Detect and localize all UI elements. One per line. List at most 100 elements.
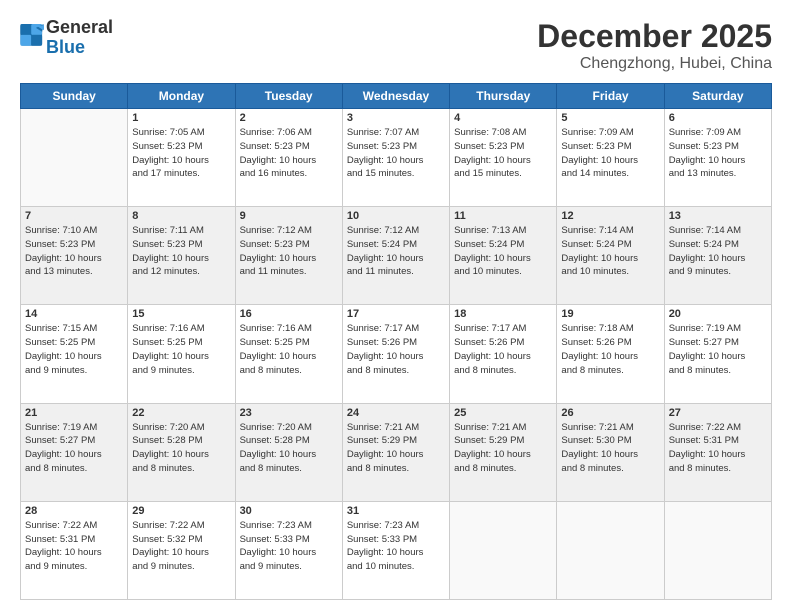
calendar-cell: 28 Sunrise: 7:22 AMSunset: 5:31 PMDayligh…: [21, 501, 128, 599]
calendar-cell: 4 Sunrise: 7:08 AMSunset: 5:23 PMDaylight…: [450, 109, 557, 207]
day-number: 6: [669, 112, 767, 124]
sun-info: Sunrise: 7:12 AMSunset: 5:23 PMDaylight:…: [240, 224, 338, 279]
sun-info: Sunrise: 7:22 AMSunset: 5:32 PMDaylight:…: [132, 519, 230, 574]
day-number: 4: [454, 112, 552, 124]
day-number: 14: [25, 308, 123, 320]
calendar-cell: 11 Sunrise: 7:13 AMSunset: 5:24 PMDayligh…: [450, 207, 557, 305]
calendar-cell: 29Sunrise: 7:22 AMSunset: 5:32 PMDayligh…: [128, 501, 235, 599]
weekday-header-thursday: Thursday: [450, 84, 557, 109]
day-number: 30: [240, 505, 338, 517]
calendar-cell: 31 Sunrise: 7:23 AMSunset: 5:33 PMDayligh…: [342, 501, 449, 599]
day-number: 12: [561, 210, 659, 222]
calendar-cell: 24Sunrise: 7:21 AMSunset: 5:29 PMDayligh…: [342, 403, 449, 501]
day-number: 28: [25, 505, 123, 517]
sun-info: Sunrise: 7:20 AMSunset: 5:28 PMDaylight:…: [132, 421, 230, 476]
weekday-header-wednesday: Wednesday: [342, 84, 449, 109]
sun-info: Sunrise: 7:14 AMSunset: 5:24 PMDaylight:…: [669, 224, 767, 279]
title-block: December 2025 Chengzhong, Hubei, China: [537, 18, 772, 73]
calendar-cell: 27 Sunrise: 7:22 AMSunset: 5:31 PMDayligh…: [664, 403, 771, 501]
day-number: 27: [669, 407, 767, 419]
day-number: 5: [561, 112, 659, 124]
day-number: 23: [240, 407, 338, 419]
calendar-cell: 26 Sunrise: 7:21 AMSunset: 5:30 PMDayligh…: [557, 403, 664, 501]
calendar-cell: [664, 501, 771, 599]
day-number: 31: [347, 505, 445, 517]
calendar-cell: 8 Sunrise: 7:11 AMSunset: 5:23 PMDaylight…: [128, 207, 235, 305]
sun-info: Sunrise: 7:18 AMSunset: 5:26 PMDaylight:…: [561, 322, 659, 377]
calendar-cell: 30 Sunrise: 7:23 AMSunset: 5:33 PMDayligh…: [235, 501, 342, 599]
sun-info: Sunrise: 7:13 AMSunset: 5:24 PMDaylight:…: [454, 224, 552, 279]
calendar-cell: [450, 501, 557, 599]
weekday-header-row: SundayMondayTuesdayWednesdayThursdayFrid…: [21, 84, 772, 109]
day-number: 7: [25, 210, 123, 222]
day-number: 19: [561, 308, 659, 320]
calendar-cell: [557, 501, 664, 599]
day-number: 18: [454, 308, 552, 320]
sun-info: Sunrise: 7:23 AMSunset: 5:33 PMDaylight:…: [347, 519, 445, 574]
week-row-3: 14 Sunrise: 7:15 AMSunset: 5:25 PMDayligh…: [21, 305, 772, 403]
week-row-5: 28 Sunrise: 7:22 AMSunset: 5:31 PMDayligh…: [21, 501, 772, 599]
sun-info: Sunrise: 7:19 AMSunset: 5:27 PMDaylight:…: [25, 421, 123, 476]
logo-text: General Blue: [46, 18, 113, 58]
day-number: 8: [132, 210, 230, 222]
sun-info: Sunrise: 7:07 AMSunset: 5:23 PMDaylight:…: [347, 126, 445, 181]
month-title: December 2025: [537, 18, 772, 55]
sun-info: Sunrise: 7:09 AMSunset: 5:23 PMDaylight:…: [561, 126, 659, 181]
calendar-cell: 21Sunrise: 7:19 AMSunset: 5:27 PMDayligh…: [21, 403, 128, 501]
sun-info: Sunrise: 7:20 AMSunset: 5:28 PMDaylight:…: [240, 421, 338, 476]
sun-info: Sunrise: 7:21 AMSunset: 5:30 PMDaylight:…: [561, 421, 659, 476]
day-number: 22: [132, 407, 230, 419]
day-number: 16: [240, 308, 338, 320]
logo-icon: [20, 24, 44, 52]
sun-info: Sunrise: 7:21 AMSunset: 5:29 PMDaylight:…: [347, 421, 445, 476]
sun-info: Sunrise: 7:10 AMSunset: 5:23 PMDaylight:…: [25, 224, 123, 279]
logo: General Blue: [20, 18, 113, 58]
page: General Blue December 2025 Chengzhong, H…: [0, 0, 792, 612]
sun-info: Sunrise: 7:23 AMSunset: 5:33 PMDaylight:…: [240, 519, 338, 574]
calendar-cell: 9Sunrise: 7:12 AMSunset: 5:23 PMDaylight…: [235, 207, 342, 305]
calendar-cell: 2Sunrise: 7:06 AMSunset: 5:23 PMDaylight…: [235, 109, 342, 207]
sun-info: Sunrise: 7:14 AMSunset: 5:24 PMDaylight:…: [561, 224, 659, 279]
calendar: SundayMondayTuesdayWednesdayThursdayFrid…: [20, 83, 772, 600]
sun-info: Sunrise: 7:15 AMSunset: 5:25 PMDaylight:…: [25, 322, 123, 377]
sun-info: Sunrise: 7:22 AMSunset: 5:31 PMDaylight:…: [669, 421, 767, 476]
calendar-cell: 10Sunrise: 7:12 AMSunset: 5:24 PMDayligh…: [342, 207, 449, 305]
day-number: 26: [561, 407, 659, 419]
calendar-cell: 15 Sunrise: 7:16 AMSunset: 5:25 PMDayligh…: [128, 305, 235, 403]
sun-info: Sunrise: 7:22 AMSunset: 5:31 PMDaylight:…: [25, 519, 123, 574]
day-number: 10: [347, 210, 445, 222]
logo-general: General: [46, 18, 113, 38]
day-number: 11: [454, 210, 552, 222]
calendar-cell: 16 Sunrise: 7:16 AMSunset: 5:25 PMDayligh…: [235, 305, 342, 403]
day-number: 3: [347, 112, 445, 124]
calendar-cell: 18 Sunrise: 7:17 AMSunset: 5:26 PMDayligh…: [450, 305, 557, 403]
calendar-cell: 23 Sunrise: 7:20 AMSunset: 5:28 PMDayligh…: [235, 403, 342, 501]
calendar-cell: 13Sunrise: 7:14 AMSunset: 5:24 PMDayligh…: [664, 207, 771, 305]
day-number: 15: [132, 308, 230, 320]
calendar-cell: 3 Sunrise: 7:07 AMSunset: 5:23 PMDaylight…: [342, 109, 449, 207]
calendar-cell: 14 Sunrise: 7:15 AMSunset: 5:25 PMDayligh…: [21, 305, 128, 403]
day-number: 17: [347, 308, 445, 320]
calendar-cell: 7 Sunrise: 7:10 AMSunset: 5:23 PMDaylight…: [21, 207, 128, 305]
day-number: 20: [669, 308, 767, 320]
header: General Blue December 2025 Chengzhong, H…: [20, 18, 772, 73]
weekday-header-tuesday: Tuesday: [235, 84, 342, 109]
sun-info: Sunrise: 7:19 AMSunset: 5:27 PMDaylight:…: [669, 322, 767, 377]
day-number: 25: [454, 407, 552, 419]
calendar-cell: [21, 109, 128, 207]
weekday-header-monday: Monday: [128, 84, 235, 109]
sun-info: Sunrise: 7:08 AMSunset: 5:23 PMDaylight:…: [454, 126, 552, 181]
calendar-cell: 6Sunrise: 7:09 AMSunset: 5:23 PMDaylight…: [664, 109, 771, 207]
calendar-cell: 19 Sunrise: 7:18 AMSunset: 5:26 PMDayligh…: [557, 305, 664, 403]
day-number: 1: [132, 112, 230, 124]
calendar-cell: 22 Sunrise: 7:20 AMSunset: 5:28 PMDayligh…: [128, 403, 235, 501]
sun-info: Sunrise: 7:16 AMSunset: 5:25 PMDaylight:…: [240, 322, 338, 377]
sun-info: Sunrise: 7:16 AMSunset: 5:25 PMDaylight:…: [132, 322, 230, 377]
week-row-2: 7 Sunrise: 7:10 AMSunset: 5:23 PMDaylight…: [21, 207, 772, 305]
week-row-1: 1 Sunrise: 7:05 AMSunset: 5:23 PMDaylight…: [21, 109, 772, 207]
sun-info: Sunrise: 7:06 AMSunset: 5:23 PMDaylight:…: [240, 126, 338, 181]
calendar-cell: 25Sunrise: 7:21 AMSunset: 5:29 PMDayligh…: [450, 403, 557, 501]
sun-info: Sunrise: 7:17 AMSunset: 5:26 PMDaylight:…: [454, 322, 552, 377]
sun-info: Sunrise: 7:05 AMSunset: 5:23 PMDaylight:…: [132, 126, 230, 181]
sun-info: Sunrise: 7:11 AMSunset: 5:23 PMDaylight:…: [132, 224, 230, 279]
